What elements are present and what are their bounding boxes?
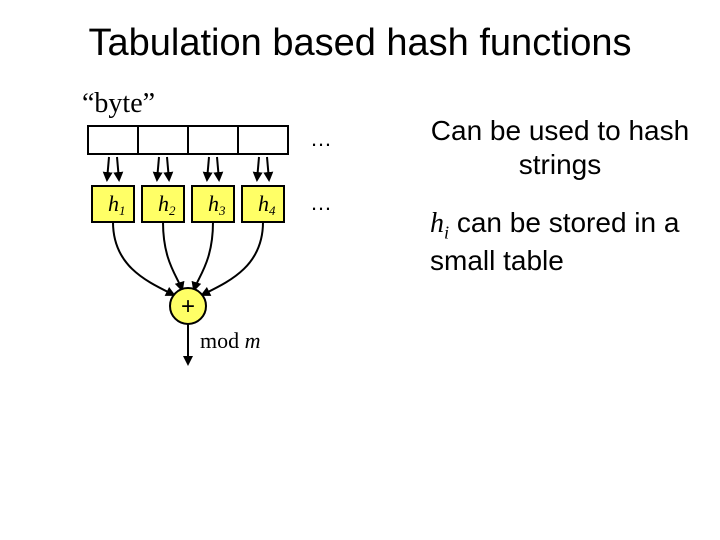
arrows-hash-to-plus: [113, 222, 263, 295]
plus-symbol: +: [181, 293, 195, 320]
arrows-byte-to-hash: [107, 157, 269, 180]
ellipsis-bottom: …: [310, 190, 332, 215]
slide: Tabulation based hash functions “byte” …: [0, 0, 720, 540]
diagram: …: [78, 122, 378, 402]
note-small-table-text: can be stored in a small table: [430, 207, 679, 276]
slide-title: Tabulation based hash functions: [0, 22, 720, 65]
ellipsis-top: …: [310, 126, 332, 151]
mod-m-raw: mod m: [200, 328, 261, 353]
note-small-table: hi can be stored in a small table: [430, 206, 690, 278]
hi-h: h: [430, 208, 444, 239]
note-hash-strings: Can be used to hash strings: [430, 114, 690, 181]
byte-label: “byte”: [82, 88, 155, 120]
